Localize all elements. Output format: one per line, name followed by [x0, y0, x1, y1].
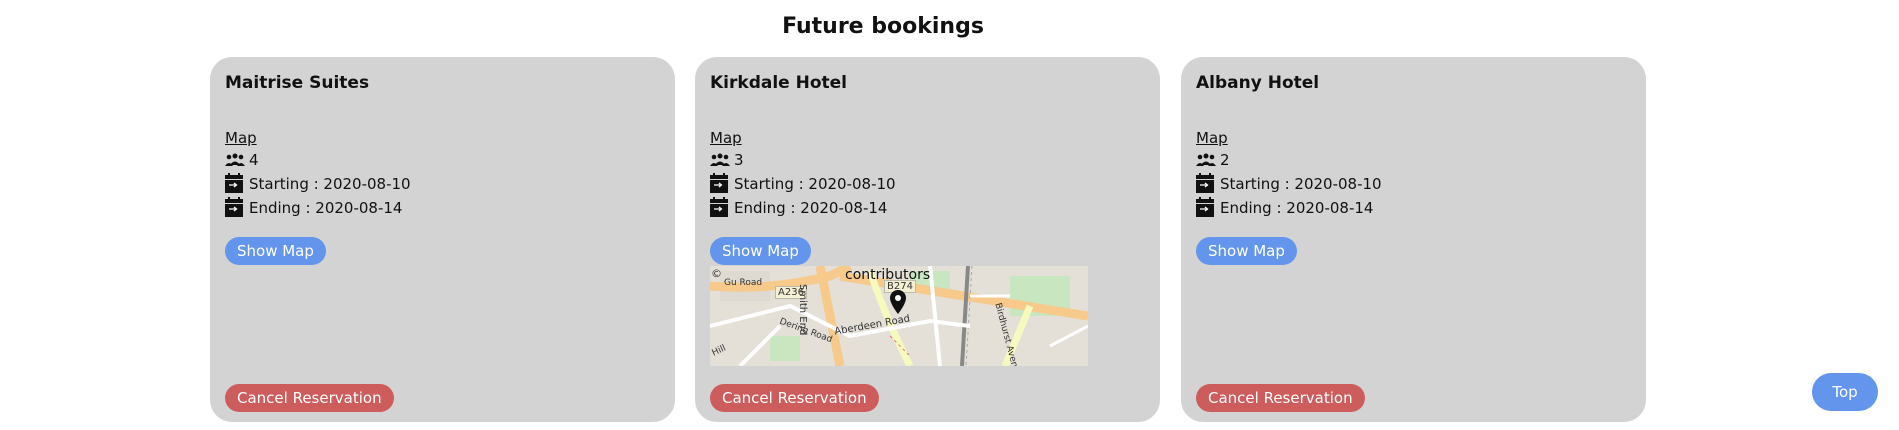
- map-link[interactable]: Map: [1196, 129, 1228, 147]
- group-people-icon: [225, 149, 245, 169]
- starting-row: Starting : 2020-08-10: [225, 173, 411, 193]
- starting-date: Starting : 2020-08-10: [734, 175, 896, 193]
- booking-card-kirkdale-hotel: Kirkdale Hotel Map 3 Starting : 2020-08-…: [695, 57, 1160, 422]
- guest-count: 4: [249, 151, 259, 169]
- ending-date: Ending : 2020-08-14: [734, 199, 888, 217]
- ending-date: Ending : 2020-08-14: [1220, 199, 1374, 217]
- scroll-to-top-button[interactable]: Top: [1812, 373, 1878, 411]
- hotel-name: Maitrise Suites: [225, 73, 370, 93]
- guests-row: 3: [710, 149, 744, 169]
- starting-date: Starting : 2020-08-10: [249, 175, 411, 193]
- cancel-reservation-button[interactable]: Cancel Reservation: [1196, 384, 1365, 412]
- hotel-name: Albany Hotel: [1196, 73, 1320, 93]
- cancel-reservation-button[interactable]: Cancel Reservation: [710, 384, 879, 412]
- calendar-check-in-icon: [710, 173, 730, 193]
- starting-date: Starting : 2020-08-10: [1220, 175, 1382, 193]
- show-map-button[interactable]: Show Map: [225, 237, 326, 265]
- ending-date: Ending : 2020-08-14: [249, 199, 403, 217]
- show-map-button[interactable]: Show Map: [710, 237, 811, 265]
- map-copyright: ©: [711, 267, 722, 280]
- calendar-check-in-icon: [1196, 173, 1216, 193]
- calendar-check-out-icon: [1196, 197, 1216, 217]
- calendar-check-out-icon: [225, 197, 245, 217]
- page-title: Future bookings: [782, 14, 984, 39]
- starting-row: Starting : 2020-08-10: [1196, 173, 1382, 193]
- show-map-button[interactable]: Show Map: [1196, 237, 1297, 265]
- ending-row: Ending : 2020-08-14: [225, 197, 402, 217]
- group-people-icon: [710, 149, 730, 169]
- map-marker-icon[interactable]: [890, 290, 906, 318]
- booking-card-maitrise-suites: Maitrise Suites Map 4 Starting : 2020-08…: [210, 57, 675, 422]
- group-people-icon: [1196, 149, 1216, 169]
- cancel-reservation-button[interactable]: Cancel Reservation: [225, 384, 394, 412]
- map-embed[interactable]: © contributors A236 B274 Aberdeen Road S…: [710, 266, 1088, 366]
- map-link[interactable]: Map: [225, 129, 257, 147]
- ending-row: Ending : 2020-08-14: [710, 197, 887, 217]
- calendar-check-in-icon: [225, 173, 245, 193]
- starting-row: Starting : 2020-08-10: [710, 173, 896, 193]
- ending-row: Ending : 2020-08-14: [1196, 197, 1373, 217]
- guests-row: 4: [225, 149, 259, 169]
- guests-row: 2: [1196, 149, 1230, 169]
- guest-count: 3: [734, 151, 744, 169]
- booking-card-albany-hotel: Albany Hotel Map 2 Starting : 2020-08-10…: [1181, 57, 1646, 422]
- map-link[interactable]: Map: [710, 129, 742, 147]
- guest-count: 2: [1220, 151, 1230, 169]
- calendar-check-out-icon: [710, 197, 730, 217]
- road-label-gu-road: Gu Road: [724, 278, 763, 288]
- hotel-name: Kirkdale Hotel: [710, 73, 847, 93]
